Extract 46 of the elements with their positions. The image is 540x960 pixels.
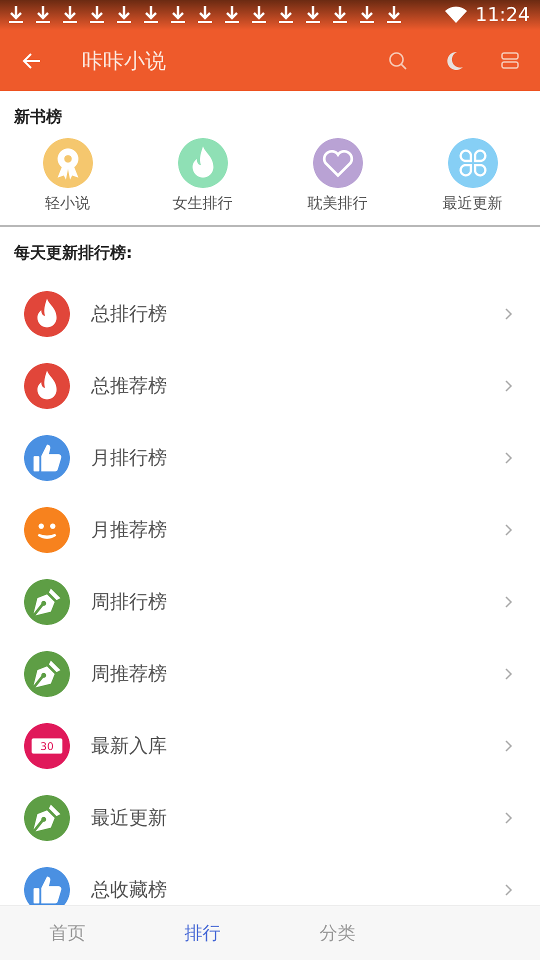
app-title: 咔咔小说 <box>82 48 167 74</box>
ranking-row[interactable]: 周排行榜 <box>0 566 540 638</box>
download-icon <box>170 5 186 25</box>
download-icon <box>35 5 51 25</box>
ranking-label: 最新入库 <box>91 734 168 759</box>
ranking-row[interactable]: 30 最新入库 <box>0 710 540 782</box>
download-icon <box>89 5 105 25</box>
ranking-label: 最近更新 <box>91 806 168 831</box>
medal-icon[interactable] <box>42 138 92 188</box>
download-icon <box>224 5 240 25</box>
download-icon <box>359 5 375 25</box>
ranking-row[interactable]: 月排行榜 <box>0 422 540 494</box>
ranking-row[interactable]: 总推荐榜 <box>0 350 540 422</box>
category-label[interactable]: 轻小说 <box>45 194 90 213</box>
nav-tab[interactable]: 排行 <box>176 917 228 949</box>
clock-time: 11:24 <box>475 4 530 26</box>
download-icon <box>386 5 402 25</box>
flame-icon[interactable] <box>178 138 228 188</box>
ranking-label: 总排行榜 <box>91 302 168 327</box>
download-icon <box>62 5 78 25</box>
category-label[interactable]: 最近更新 <box>442 194 502 213</box>
ticket-icon: 30 <box>24 723 70 769</box>
download-icon <box>8 5 24 25</box>
download-icon <box>197 5 213 25</box>
download-icon <box>332 5 348 25</box>
download-icon <box>251 5 267 25</box>
category-label[interactable]: 耽美排行 <box>308 194 368 213</box>
category-label[interactable]: 女生排行 <box>172 194 232 213</box>
ranking-label: 月排行榜 <box>91 446 168 471</box>
download-icon <box>116 5 132 25</box>
ranking-row[interactable]: 总排行榜 <box>0 278 540 350</box>
download-icon <box>305 5 321 25</box>
download-icon <box>143 5 159 25</box>
clover-icon[interactable] <box>448 138 498 188</box>
download-icon <box>278 5 294 25</box>
ranking-label: 总推荐榜 <box>91 374 168 399</box>
ranking-label: 周排行榜 <box>91 590 168 615</box>
ranking-label: 月推荐榜 <box>91 518 168 543</box>
ranking-label: 周推荐榜 <box>91 662 168 687</box>
ranking-label: 总收藏榜 <box>91 878 168 903</box>
section-title: 新书榜 <box>12 106 63 128</box>
ranking-row[interactable]: 周推荐榜 <box>0 638 540 710</box>
ranking-row[interactable]: 月推荐榜 <box>0 494 540 566</box>
ranking-row[interactable]: 最近更新 <box>0 782 540 854</box>
section-title: 每天更新排行榜: <box>13 242 134 264</box>
wifi-icon <box>445 6 468 24</box>
